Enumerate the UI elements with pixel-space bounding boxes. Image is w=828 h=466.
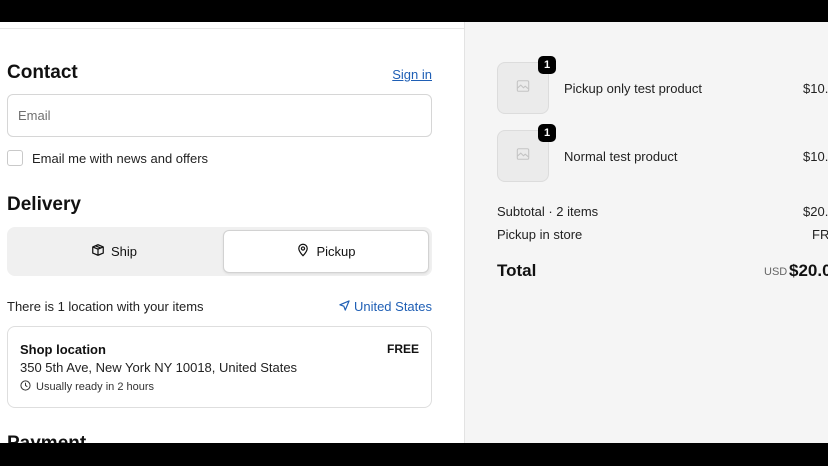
delivery-heading: Delivery (7, 194, 81, 215)
header-divider (0, 28, 464, 29)
order-summary: 1 Pickup only test product $10.00 1 Norm… (464, 22, 828, 443)
ship-option[interactable]: Ship (10, 230, 218, 273)
browser-bottom-bar (0, 443, 828, 466)
pickup-option[interactable]: Pickup (223, 230, 429, 273)
ready-time-label: Usually ready in 2 hours (36, 381, 155, 393)
email-input[interactable] (7, 94, 432, 137)
ready-time: Usually ready in 2 hours (20, 380, 154, 394)
product-name: Pickup only test product (564, 81, 703, 96)
location-address: 350 5th Ave, New York NY 10018, United S… (20, 360, 298, 375)
pickup-location-card[interactable]: Shop location FREE 350 5th Ave, New York… (7, 326, 432, 408)
pickup-option-label: Pickup (316, 244, 356, 259)
browser-top-bar (0, 0, 828, 22)
ship-option-label: Ship (110, 244, 138, 259)
subtotal-value: $20.00 (803, 204, 828, 219)
product-name: Normal test product (564, 149, 678, 164)
contact-heading: Contact (7, 62, 78, 83)
newsletter-checkbox[interactable] (7, 150, 23, 166)
map-pin-icon (296, 243, 310, 260)
image-placeholder-icon (516, 79, 530, 98)
product-price: $10.00 (803, 81, 828, 96)
box-icon (91, 243, 105, 260)
checkout-main: Contact Sign in Email me with news and o… (0, 22, 464, 443)
country-label: United States (353, 299, 432, 314)
total-value: $20.00 (789, 261, 828, 280)
location-price: FREE (386, 342, 419, 356)
newsletter-label: Email me with news and offers (32, 151, 209, 166)
quantity-badge: 1 (538, 56, 556, 74)
product-price: $10.00 (803, 149, 828, 164)
summary-line-item: 1 Pickup only test product $10.00 (497, 56, 828, 114)
navigation-arrow-icon (339, 299, 350, 314)
payment-heading: Payment (7, 433, 86, 443)
summary-line-item: 1 Normal test product $10.00 (497, 124, 828, 182)
delivery-method-toggle: Ship Pickup (7, 227, 432, 276)
total-label: Total (497, 261, 537, 280)
shipping-label: Pickup in store (497, 227, 583, 242)
location-summary: There is 1 location with your items (7, 299, 204, 314)
subtotal-label: Subtotal · 2 items (497, 204, 599, 219)
image-placeholder-icon (516, 147, 530, 166)
quantity-badge: 1 (538, 124, 556, 142)
sign-in-link[interactable]: Sign in (392, 67, 432, 82)
location-name: Shop location (20, 342, 106, 357)
country-selector[interactable]: United States (339, 299, 432, 314)
total-currency: USD (764, 266, 788, 278)
clock-icon (20, 380, 31, 394)
shipping-value: FREE (812, 227, 828, 242)
